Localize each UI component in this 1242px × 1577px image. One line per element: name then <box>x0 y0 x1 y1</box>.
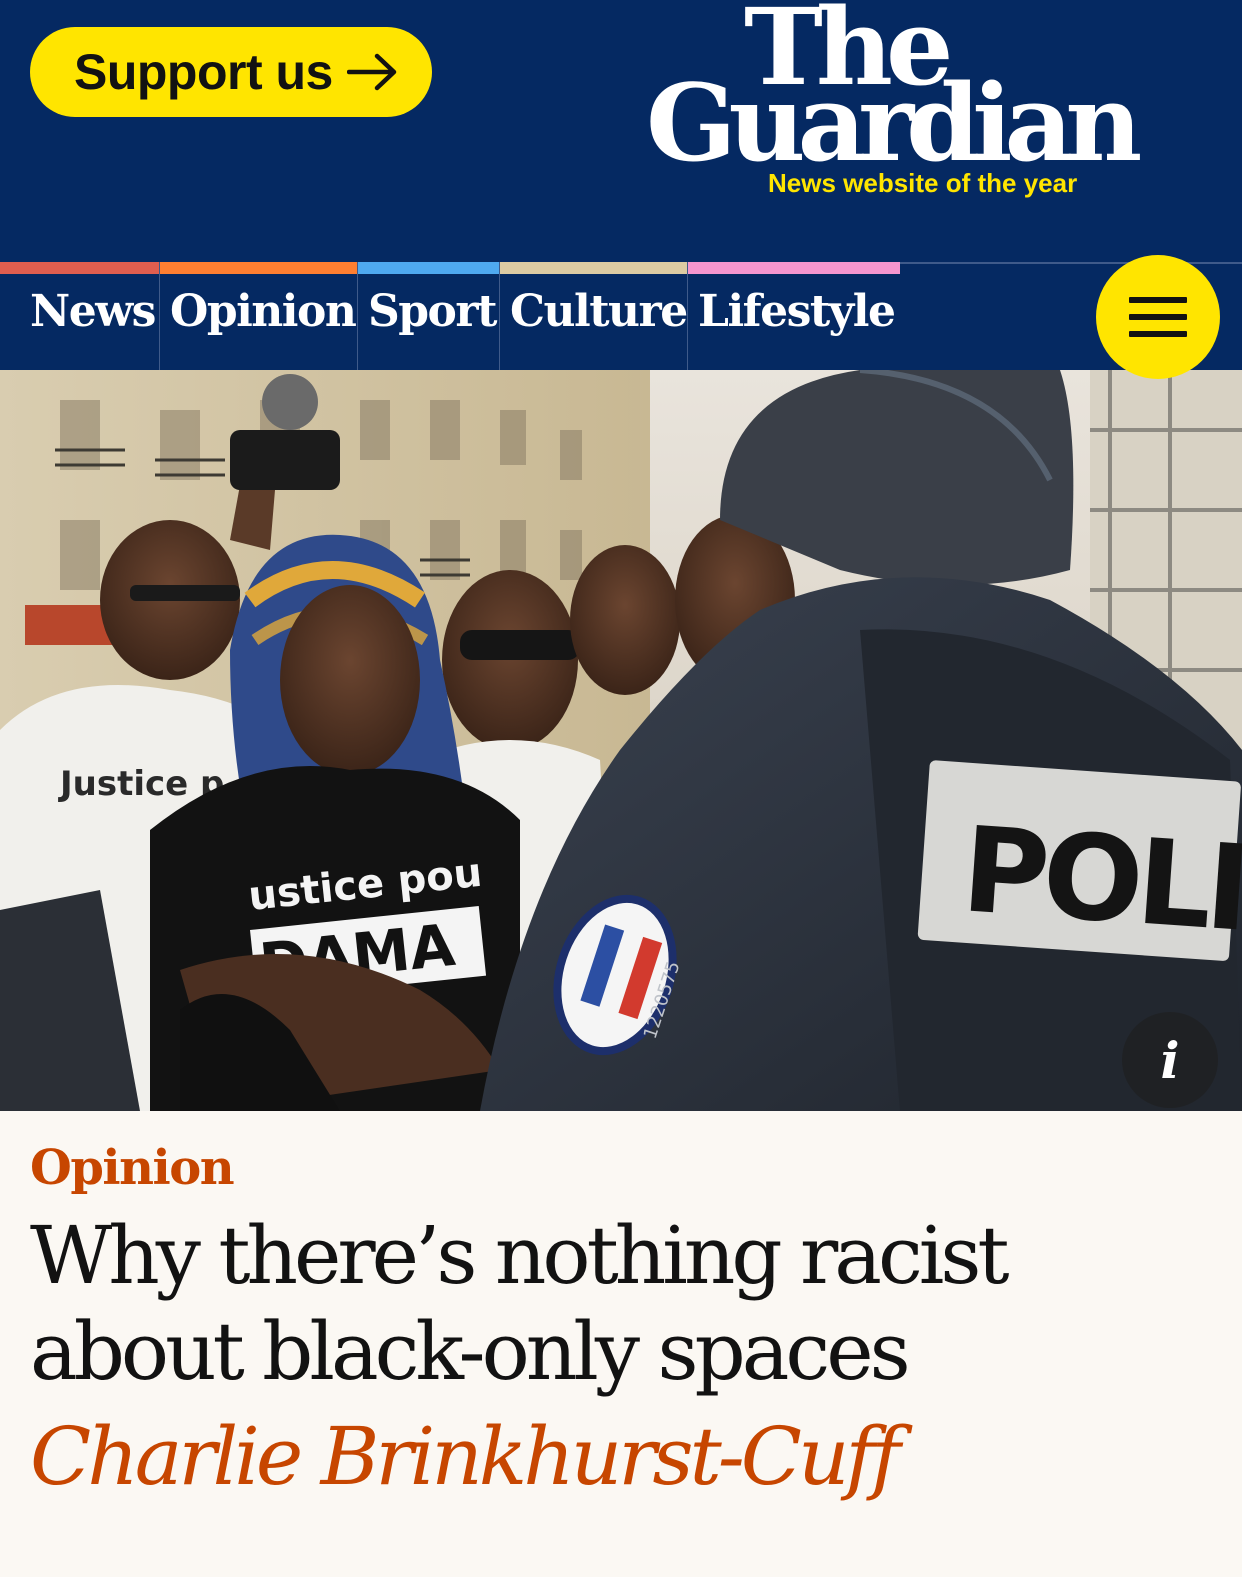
nav-item-opinion[interactable]: Opinion <box>160 262 358 372</box>
nav-item-lifestyle[interactable]: Lifestyle <box>688 262 900 372</box>
arrow-right-icon <box>346 52 399 92</box>
guardian-logo[interactable]: The Guardian News website of the year <box>646 0 1166 210</box>
protest-photo: Justice p ustice pou DAMA POLICE 1220575 <box>0 370 1242 1111</box>
support-us-button[interactable]: Support us <box>30 27 432 117</box>
masthead: Support us The Guardian News website of … <box>0 0 1242 262</box>
image-info-button[interactable]: i <box>1122 1012 1218 1108</box>
nav-color-bar <box>358 262 499 274</box>
nav-color-bar <box>0 262 159 274</box>
info-icon: i <box>1160 1030 1180 1090</box>
article-headline[interactable]: Why there’s nothing racist about black-o… <box>30 1208 1220 1400</box>
logo-guardian: Guardian <box>646 60 1142 185</box>
article-byline[interactable]: Charlie Brinkhurst-Cuff <box>30 1410 901 1503</box>
nav-color-bar <box>160 262 357 274</box>
nav-item-label: Opinion <box>170 286 357 337</box>
nav-item-label: Sport <box>368 286 497 337</box>
hamburger-icon-line <box>1129 331 1187 337</box>
section-nav: News Opinion Sport Culture Lifestyle <box>0 262 1242 372</box>
menu-button[interactable] <box>1096 255 1220 379</box>
nav-item-news[interactable]: News <box>0 262 160 372</box>
hero-image[interactable]: Justice p ustice pou DAMA POLICE 1220575 <box>0 370 1242 1111</box>
hamburger-icon-line <box>1129 314 1187 320</box>
nav-color-bar <box>500 262 687 274</box>
logo-tagline: News website of the year <box>768 168 1078 198</box>
nav-item-label: News <box>30 286 156 337</box>
hamburger-icon-line <box>1129 297 1187 303</box>
nav-color-bar <box>688 262 900 274</box>
nav-item-label: Lifestyle <box>698 286 896 337</box>
nav-item-sport[interactable]: Sport <box>358 262 500 372</box>
nav-item-label: Culture <box>510 286 688 337</box>
support-us-label: Support us <box>74 44 333 100</box>
article-kicker[interactable]: Opinion <box>30 1140 235 1196</box>
nav-item-culture[interactable]: Culture <box>500 262 688 372</box>
